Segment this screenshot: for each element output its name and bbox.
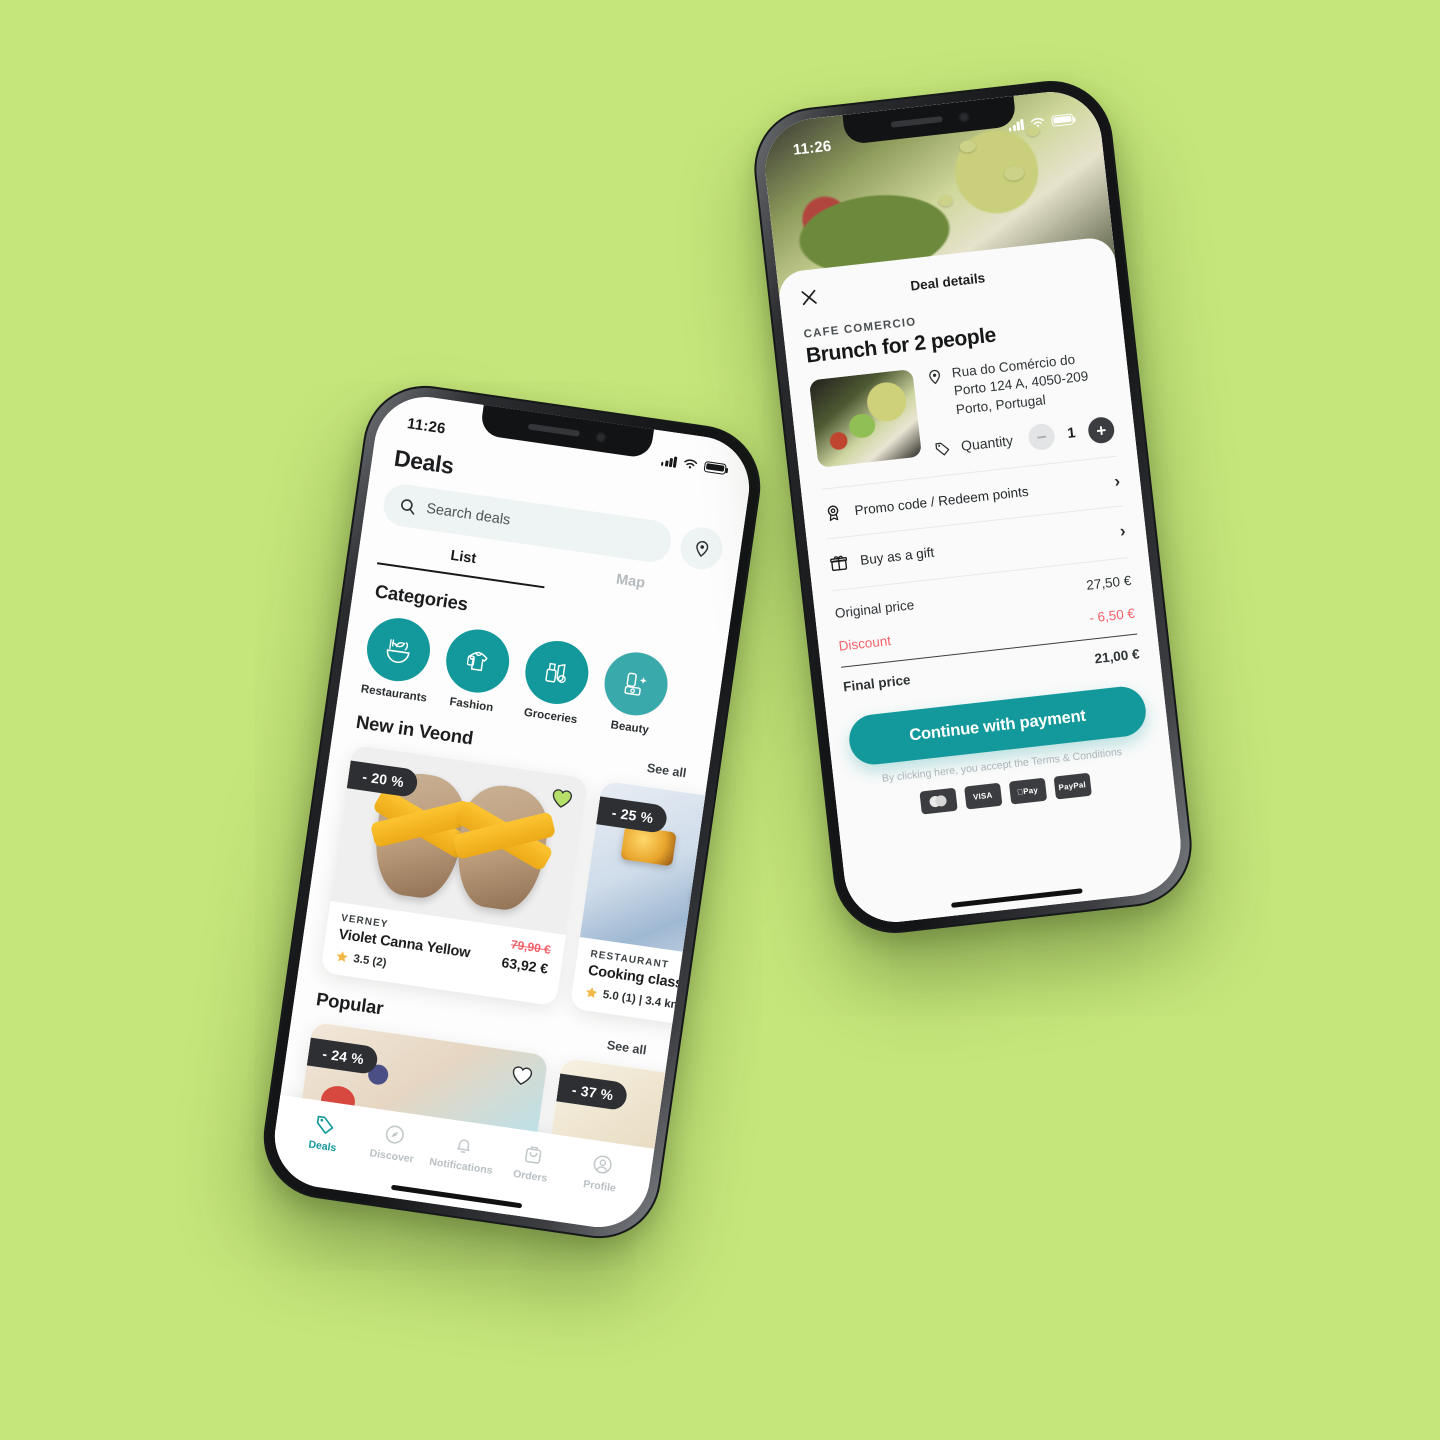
- deal-card[interactable]: - 20 % VERNEY Violet Canna Yellow 3.5 (2…: [320, 744, 589, 1007]
- quantity-decrease-button[interactable]: −: [1027, 422, 1057, 452]
- address-text: Rua do Comércio do Porto 124 A, 4050-209…: [951, 351, 1090, 418]
- discount-badge: - 37 %: [556, 1073, 629, 1112]
- tab-orders[interactable]: Orders: [495, 1137, 570, 1188]
- bowl-salad-icon: [362, 613, 435, 686]
- grocery-bag-icon: [521, 636, 593, 709]
- clothes-icon: [442, 625, 514, 697]
- rating-text: 5.0 (1) | 3.4 km: [602, 988, 682, 1012]
- front-camera: [957, 110, 970, 123]
- promo-code-label: Promo code / Redeem points: [853, 484, 1030, 519]
- visa-icon: VISA: [963, 783, 1003, 811]
- map-pin-icon: [695, 540, 708, 557]
- deal-image: - 37 %: [541, 1057, 756, 1149]
- deal-details-sheet: Deal details CAFE COMERCIO Brunch for 2 …: [776, 235, 1186, 928]
- apple-pay-icon: Pay: [1008, 778, 1047, 806]
- mastercard-icon: [918, 788, 958, 816]
- buy-as-gift-label: Buy as a gift: [859, 545, 935, 569]
- tab-profile[interactable]: Profile: [564, 1147, 639, 1198]
- chevron-right-icon: ›: [1113, 471, 1122, 491]
- map-pin-button[interactable]: [677, 524, 726, 573]
- category-beauty[interactable]: Beauty: [598, 648, 672, 738]
- earpiece-speaker: [527, 423, 580, 437]
- deal-details-screen: 11:26 Deal details CAFE COMERCIO Brunch …: [760, 86, 1186, 928]
- star-icon: [586, 987, 598, 999]
- discount-badge: - 25 %: [596, 796, 669, 834]
- deal-meta: Rua do Comércio do Porto 124 A, 4050-209…: [925, 347, 1116, 462]
- status-icons: [1008, 112, 1074, 132]
- old-price: 79,90 €: [510, 937, 552, 957]
- status-icons: [660, 454, 727, 475]
- favorite-button[interactable]: [548, 785, 575, 815]
- cellular-signal-icon: [660, 454, 678, 468]
- search-placeholder: Search deals: [425, 500, 512, 529]
- tab-discover[interactable]: Discover: [356, 1117, 431, 1168]
- favorite-button[interactable]: [508, 1063, 535, 1093]
- final-price-label: Final price: [842, 672, 912, 695]
- star-icon: [336, 951, 348, 963]
- original-price-value: 27,50 €: [1085, 573, 1133, 594]
- earpiece-speaker: [890, 116, 943, 128]
- deal-summary-row: Rua do Comércio do Porto 124 A, 4050-209…: [808, 347, 1116, 475]
- quantity-row: Quantity − 1 +: [933, 416, 1116, 462]
- category-groceries[interactable]: Groceries: [518, 636, 593, 727]
- rating-text: 3.5 (2): [352, 952, 388, 970]
- deal-thumbnail: [808, 368, 923, 468]
- phone-right-screen: 11:26 Deal details CAFE COMERCIO Brunch …: [760, 86, 1186, 928]
- award-badge-icon: [827, 505, 839, 522]
- cosmetics-icon: [600, 648, 672, 720]
- battery-icon: [1050, 112, 1074, 127]
- mockup-stage: 11:26 Deals Search deals List Map Catego…: [0, 0, 1440, 1440]
- deals-screen: Deals Search deals List Map Categories R…: [268, 390, 756, 1234]
- status-time: 11:26: [406, 414, 447, 438]
- tab-notifications[interactable]: Notifications: [425, 1127, 500, 1178]
- quantity-increase-button[interactable]: +: [1086, 416, 1116, 446]
- discount-badge: - 20 %: [346, 760, 419, 798]
- deal-card[interactable]: - 25 % RESTAURANT Cooking class 5.0 (1) …: [569, 780, 756, 1043]
- heart-icon: [552, 789, 572, 808]
- deal-card[interactable]: - 37 %: [541, 1057, 756, 1149]
- final-price-value: 21,00 €: [1093, 646, 1141, 667]
- quantity-label: Quantity: [960, 432, 1014, 455]
- paypal-icon: PayPal: [1053, 773, 1092, 801]
- heart-icon: [512, 1066, 533, 1085]
- wifi-icon: [684, 459, 698, 469]
- phone-right-deal-details: 11:26 Deal details CAFE COMERCIO Brunch …: [747, 74, 1199, 940]
- discount-badge: - 24 %: [306, 1037, 379, 1076]
- deal-prices: 79,90 € 63,92 €: [501, 936, 552, 976]
- phone-left-screen: 11:26 Deals Search deals List Map Catego…: [268, 390, 756, 1234]
- address-row: Rua do Comércio do Porto 124 A, 4050-209…: [925, 347, 1111, 422]
- wifi-icon: [1030, 117, 1044, 127]
- gift-icon: [830, 556, 848, 572]
- quantity-stepper[interactable]: − 1 +: [1027, 416, 1116, 452]
- deals-scroll-area[interactable]: Deals Search deals List Map Categories R…: [280, 390, 756, 1149]
- discount-label: Discount: [837, 633, 892, 655]
- battery-icon: [703, 460, 727, 475]
- discount-value: - 6,50 €: [1088, 606, 1136, 627]
- close-icon[interactable]: [799, 286, 820, 307]
- tab-deals[interactable]: Deals: [287, 1107, 362, 1158]
- category-restaurants[interactable]: Restaurants: [360, 613, 435, 705]
- phone-left-deals: 11:26 Deals Search deals List Map Catego…: [255, 377, 769, 1247]
- front-camera: [594, 430, 607, 444]
- quantity-value: 1: [1066, 425, 1077, 443]
- category-fashion[interactable]: Fashion: [439, 625, 514, 715]
- tag-icon: [935, 442, 950, 456]
- search-icon: [401, 498, 415, 515]
- original-price-label: Original price: [834, 597, 915, 622]
- status-time: 11:26: [792, 137, 833, 159]
- chevron-right-icon: ›: [1118, 521, 1127, 541]
- location-pin-icon: [929, 369, 940, 385]
